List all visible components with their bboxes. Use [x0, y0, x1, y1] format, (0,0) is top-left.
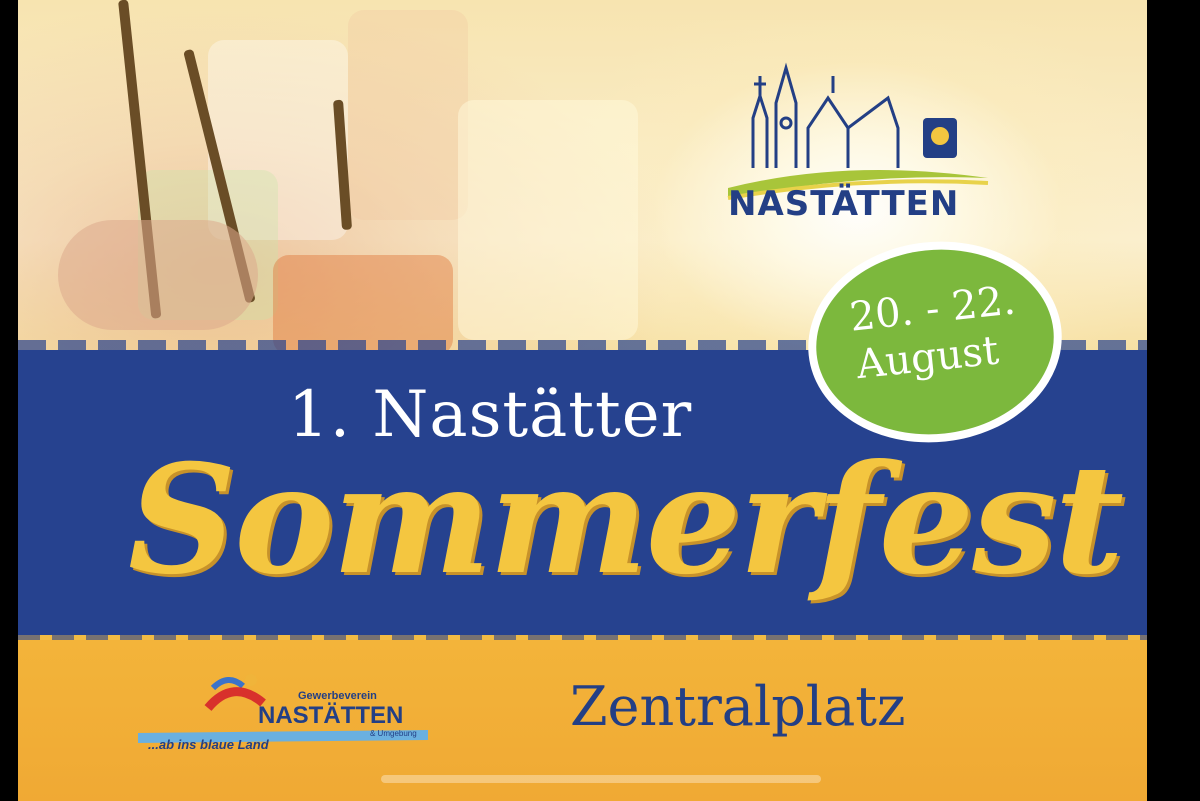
hand: [58, 220, 258, 330]
event-location: Zentralplatz: [570, 675, 906, 738]
screenshot-frame: NASTÄTTEN 20. - 22. August 1. Nastätter …: [0, 0, 1200, 801]
town-name: NASTÄTTEN: [728, 184, 960, 224]
association-slogan: ...ab ins blaue Land: [148, 737, 269, 752]
association-line2: NASTÄTTEN: [258, 702, 404, 729]
event-poster: NASTÄTTEN 20. - 22. August 1. Nastätter …: [18, 0, 1147, 801]
glass-2: [348, 10, 468, 220]
cocktail-photo: [18, 0, 678, 380]
event-title: Sommerfest: [128, 432, 1124, 608]
association-line1: Gewerbeverein: [298, 690, 377, 702]
association-line3: & Umgebung: [370, 729, 417, 738]
glass-3: [458, 100, 638, 340]
home-indicator[interactable]: [381, 775, 821, 783]
